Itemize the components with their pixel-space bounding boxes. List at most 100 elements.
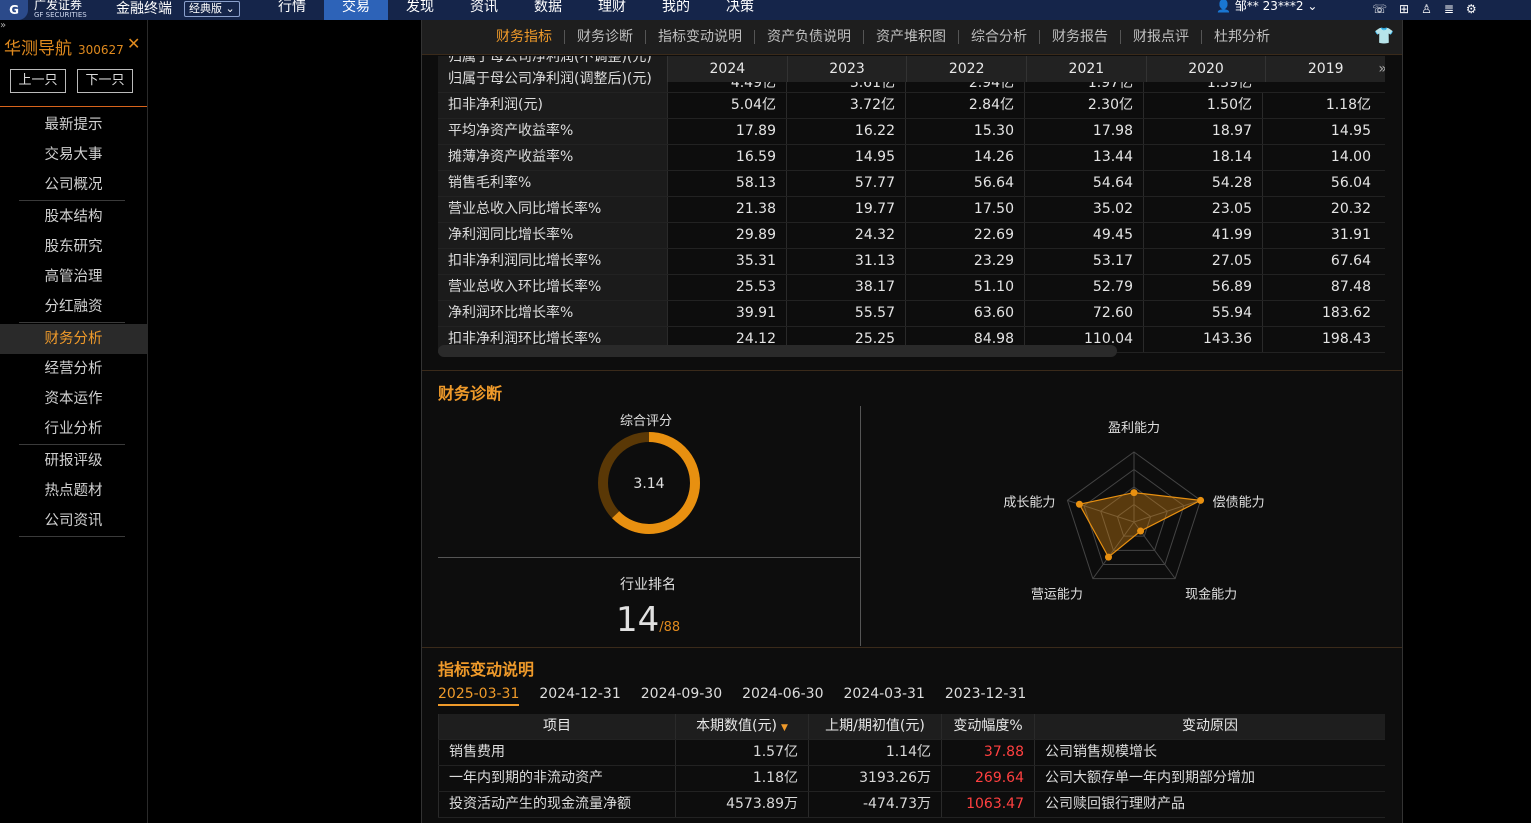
notes-icon[interactable]: ≣ <box>1444 2 1454 16</box>
header-label: 本期数值(元) <box>696 718 777 734</box>
radar-point <box>1130 489 1138 497</box>
nav-7[interactable]: 决策 <box>708 0 772 20</box>
tab-7[interactable]: 财报点评 <box>1120 30 1201 44</box>
settings-icon[interactable]: ⚙ <box>1466 2 1477 16</box>
tab-2[interactable]: 指标变动说明 <box>645 30 754 44</box>
column-header[interactable]: 上期/期初值(元) <box>808 714 941 739</box>
sidebar-item[interactable]: 经营分析 <box>0 354 147 384</box>
sort-desc-icon[interactable]: ▼ <box>781 723 788 733</box>
sidebar-item[interactable]: 热点题材 <box>0 476 147 506</box>
cell: 52.79 <box>1024 275 1143 300</box>
nav-5[interactable]: 理财 <box>580 0 644 20</box>
table-row: 净利润环比增长率% 39.91 55.57 63.60 72.60 55.94 183.62 <box>438 301 1385 327</box>
date-tab[interactable]: 2023-12-31 <box>945 686 1026 706</box>
cell: 53.17 <box>1024 249 1143 274</box>
nav-6[interactable]: 我的 <box>644 0 708 20</box>
tab-3[interactable]: 资产负债说明 <box>754 30 863 44</box>
sidebar-item[interactable]: 股东研究 <box>0 232 147 262</box>
prev-stock-button[interactable]: 上一只 <box>10 69 66 93</box>
cell: 22.69 <box>905 223 1024 248</box>
year-header[interactable]: 2022 <box>906 56 1026 82</box>
cell: 17.89 <box>667 119 786 144</box>
nav-0[interactable]: 行情 <box>260 0 324 20</box>
horizontal-scrollbar[interactable] <box>438 345 1117 357</box>
capability-radar-chart: 盈利能力偿债能力现金能力 营运能力 成长能力 <box>1003 421 1264 603</box>
table-header: 2024 2023 2022 2021 2020 2019 <box>667 56 1385 82</box>
table-row: 销售毛利率% 58.13 57.77 56.64 54.64 54.28 56.04 <box>438 171 1385 197</box>
cell: 55.57 <box>786 301 905 326</box>
cell: 54.28 <box>1143 171 1262 196</box>
table-row: 扣非净利润同比增长率% 35.31 31.13 23.29 53.17 27.05 67.6… <box>438 249 1385 275</box>
cell: 1.14亿 <box>808 740 941 765</box>
add-window-icon[interactable]: ⊞ <box>1399 2 1409 16</box>
nav-2[interactable]: 发现 <box>388 0 452 20</box>
cell: 2.30亿 <box>1024 93 1143 118</box>
service-icon[interactable]: ☏ <box>1372 2 1387 16</box>
date-tab[interactable]: 2024-03-31 <box>844 686 925 706</box>
tab-8[interactable]: 杜邦分析 <box>1201 30 1282 44</box>
close-icon[interactable]: ✕ <box>127 34 140 53</box>
year-header[interactable]: 2019 <box>1265 56 1385 82</box>
sidebar-item[interactable]: 行业分析 <box>0 414 147 444</box>
cell: 41.99 <box>1143 223 1262 248</box>
cell: 3.72亿 <box>786 93 905 118</box>
cell: 29.89 <box>667 223 786 248</box>
skin-icon[interactable]: ♙ <box>1421 2 1432 16</box>
edition-dropdown[interactable]: 经典版 ⌄ <box>184 1 240 17</box>
nav-3[interactable]: 资讯 <box>452 0 516 20</box>
sidebar-item[interactable]: 公司资讯 <box>0 506 147 536</box>
cell: 24.32 <box>786 223 905 248</box>
cell: 31.91 <box>1262 223 1381 248</box>
sidebar-item[interactable]: 股本结构 <box>0 202 147 232</box>
next-stock-button[interactable]: 下一只 <box>77 69 133 93</box>
radar-axis-label: 成长能力 <box>1003 495 1055 510</box>
sidebar-item[interactable]: 交易大事 <box>0 140 147 170</box>
year-header[interactable]: 2020 <box>1145 56 1266 82</box>
top-bar: G 广发证券 GF SECURITIES 金融终端 经典版 ⌄ 行情 交易 发现 资讯数… <box>0 0 1531 20</box>
year-header[interactable]: 2023 <box>786 56 907 82</box>
column-header[interactable]: 变动幅度% <box>941 714 1034 739</box>
date-tab[interactable]: 2024-06-30 <box>742 686 823 706</box>
report-date-tabs: 2025-03-31 2024-12-31 2024-09-30 2024-06-30… <box>438 686 1046 706</box>
cell: 1.18亿 <box>1262 93 1381 118</box>
rank-value: 14 <box>616 600 660 640</box>
tab-1[interactable]: 财务诊断 <box>564 30 645 44</box>
more-columns-icon[interactable]: » <box>1378 56 1385 82</box>
cell: 87.48 <box>1262 275 1381 300</box>
sidebar-item[interactable]: 高管治理 <box>0 262 147 292</box>
sidebar-item[interactable]: 财务分析 <box>0 324 147 354</box>
year-header[interactable]: 2021 <box>1026 56 1146 82</box>
sidebar-group-divider <box>19 322 125 323</box>
column-header[interactable]: 本期数值(元) ▼ <box>675 714 808 739</box>
date-tab[interactable]: 2024-12-31 <box>539 686 620 706</box>
cell: 20.32 <box>1262 197 1381 222</box>
tab-4[interactable]: 资产堆积图 <box>863 30 958 44</box>
date-tab[interactable]: 2024-09-30 <box>641 686 722 706</box>
table-row: 净利润同比增长率% 29.89 24.32 22.69 49.45 41.99 31.91 <box>438 223 1385 249</box>
theme-shirt-icon[interactable]: 👕 <box>1374 26 1394 45</box>
header-label: 项目 <box>543 718 571 734</box>
column-header[interactable]: 变动原因 <box>1034 714 1385 739</box>
sidebar-item[interactable]: 公司概况 <box>0 170 147 200</box>
year-header[interactable]: 2024 <box>667 56 787 82</box>
tab-5[interactable]: 综合分析 <box>958 30 1039 44</box>
cell: 14.26 <box>905 145 1024 170</box>
cell: 5.04亿 <box>667 93 786 118</box>
sidebar-item[interactable]: 研报评级 <box>0 446 147 476</box>
tab-0[interactable]: 财务指标 <box>484 30 564 44</box>
cell: 公司大额存单一年内到期部分增加 <box>1034 766 1385 791</box>
cell: 16.59 <box>667 145 786 170</box>
date-tab[interactable]: 2025-03-31 <box>438 686 520 706</box>
column-header[interactable]: 项目 <box>438 714 675 739</box>
sidebar-item[interactable]: 资本运作 <box>0 384 147 414</box>
collapse-arrow-icon[interactable]: » <box>0 20 6 31</box>
nav-4[interactable]: 数据 <box>516 0 580 20</box>
cell: 3.61亿 <box>786 82 905 92</box>
cell: 14.95 <box>786 145 905 170</box>
sidebar-item[interactable]: 最新提示 <box>0 110 147 140</box>
tab-6[interactable]: 财务报告 <box>1039 30 1120 44</box>
nav-1[interactable]: 交易 <box>324 0 388 20</box>
logo-sub: GF SECURITIES <box>34 11 87 19</box>
sidebar-item[interactable]: 分红融资 <box>0 292 147 322</box>
user-account[interactable]: 👤 邹** 23***2 ⌄ <box>1216 0 1317 12</box>
